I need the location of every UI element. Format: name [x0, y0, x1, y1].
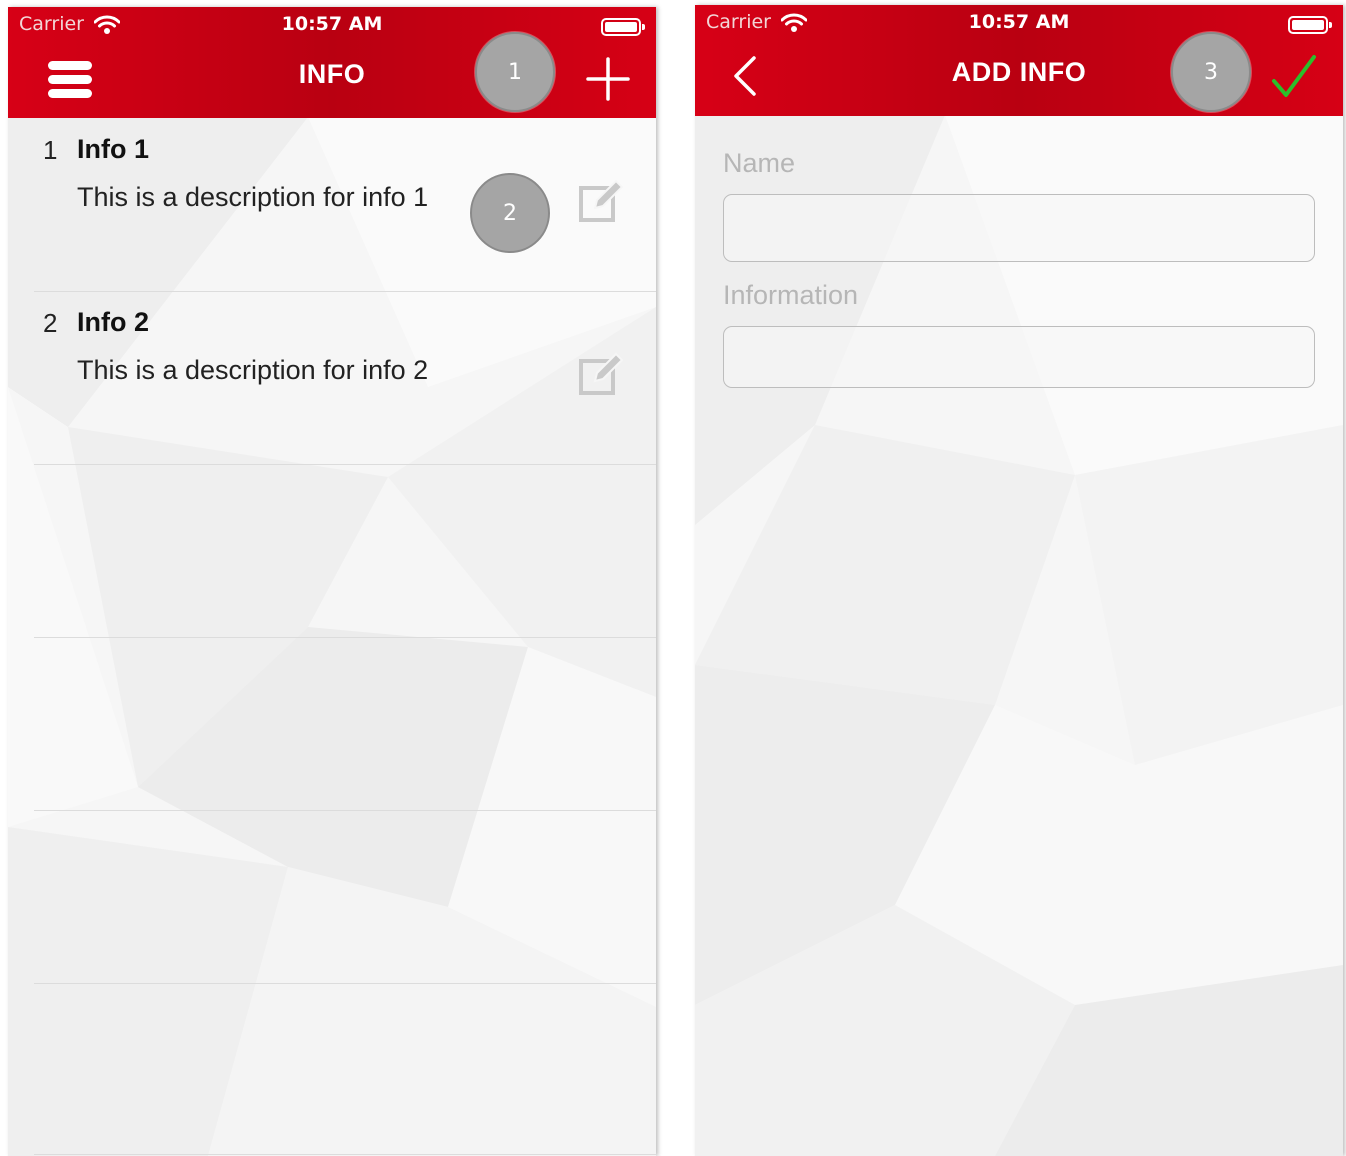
battery-icon: [1288, 16, 1328, 34]
callout-marker-save: 3: [1171, 32, 1251, 112]
callout-marker-add: 1: [475, 32, 555, 112]
empty-row: [34, 810, 656, 984]
list-item[interactable]: 2 Info 2 This is a description for info …: [34, 291, 656, 465]
edit-icon[interactable]: [579, 178, 623, 222]
name-label: Name: [723, 148, 796, 178]
plus-icon[interactable]: [586, 57, 630, 101]
battery-icon: [601, 18, 641, 36]
empty-row: [34, 464, 656, 638]
item-description: This is a description for info 2: [77, 355, 429, 385]
info-list-screen: Carrier 10:57 AM INFO 1 1 Info 1 This is…: [8, 7, 656, 1156]
item-index: 1: [43, 135, 58, 165]
checkmark-icon[interactable]: [1271, 53, 1317, 99]
item-title: Info 2: [77, 307, 149, 337]
status-time: 10:57 AM: [281, 13, 383, 35]
list-item[interactable]: 1 Info 1 This is a description for info …: [34, 118, 656, 292]
item-description: This is a description for info 1: [77, 182, 429, 212]
name-field[interactable]: [723, 194, 1315, 262]
empty-row: [34, 637, 656, 811]
nav-bar: Carrier 10:57 AM INFO: [8, 7, 656, 118]
battery-tip: [1329, 22, 1332, 28]
status-time: 10:57 AM: [968, 11, 1070, 33]
item-title: Info 1: [77, 134, 149, 164]
empty-row: [34, 983, 656, 1155]
status-bar: Carrier 10:57 AM: [8, 11, 656, 39]
information-field[interactable]: [723, 326, 1315, 388]
battery-tip: [642, 24, 645, 30]
status-bar: Carrier 10:57 AM: [695, 9, 1343, 37]
item-index: 2: [43, 308, 58, 338]
page-title: INFO: [298, 59, 366, 89]
edit-icon[interactable]: [579, 351, 623, 395]
information-label: Information: [723, 280, 859, 310]
add-info-screen: Carrier 10:57 AM ADD INFO 3 Name Informa…: [695, 5, 1343, 1156]
callout-marker-edit: 2: [470, 173, 550, 253]
